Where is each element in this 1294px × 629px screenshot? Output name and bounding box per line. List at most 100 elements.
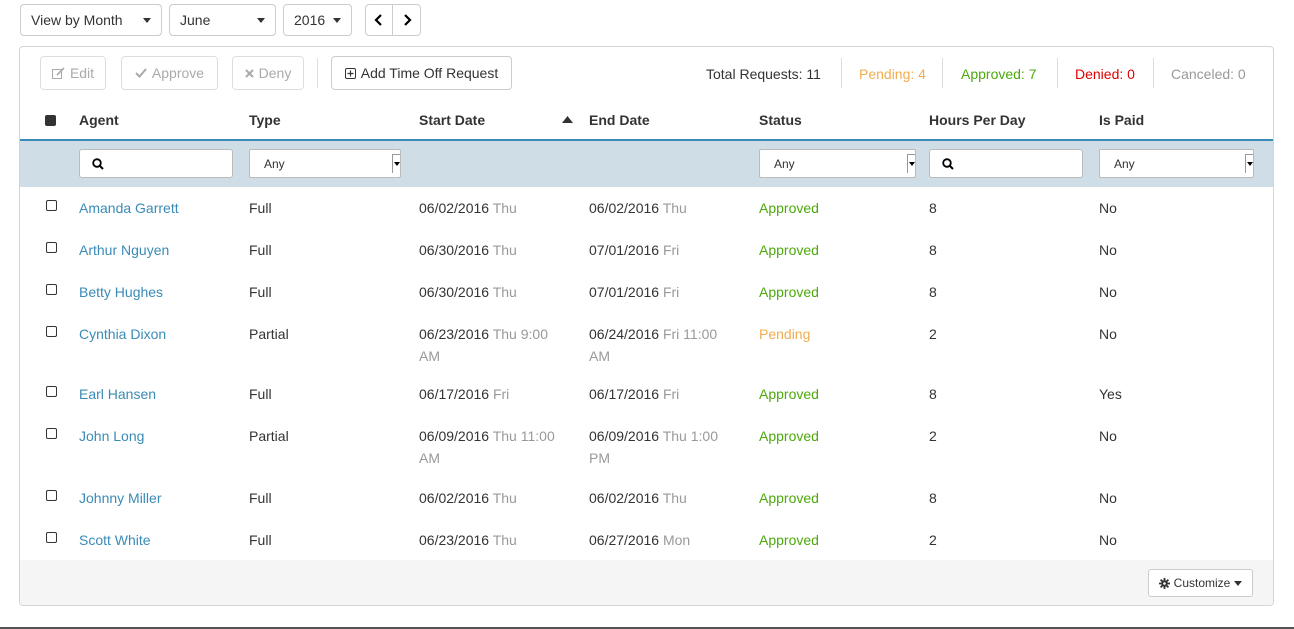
agent-link[interactable]: Arthur Nguyen (79, 239, 169, 261)
denied-count[interactable]: Denied: 0 (1075, 47, 1135, 100)
approved-count[interactable]: Approved: 7 (961, 47, 1037, 100)
agent-link[interactable]: Betty Hughes (79, 281, 163, 303)
start-date-detail: Thu (492, 242, 517, 258)
gear-icon (1158, 577, 1170, 589)
type-filter-select[interactable]: Any (249, 149, 401, 178)
column-header-end-date[interactable]: End Date (589, 100, 650, 139)
end-date: 06/27/2016 (589, 532, 660, 548)
end-date-cell: 06/17/2016 Fri (589, 383, 739, 405)
column-header-status[interactable]: Status (759, 100, 802, 139)
row-checkbox[interactable] (46, 490, 57, 501)
table-row[interactable]: Cynthia Dixon Partial 06/23/2016 Thu 9:0… (20, 313, 1273, 374)
end-date: 06/02/2016 (589, 200, 660, 216)
row-checkbox[interactable] (46, 284, 57, 295)
hours-cell: 8 (929, 284, 937, 300)
type-filter-value: Any (264, 156, 285, 171)
agent-link[interactable]: Earl Hansen (79, 383, 156, 405)
customize-label: Customize (1173, 576, 1231, 590)
agent-link[interactable]: Johnny Miller (79, 487, 161, 509)
add-time-off-button[interactable]: Add Time Off Request (331, 56, 512, 90)
select-all-checkbox[interactable] (45, 115, 56, 126)
type-cell: Full (249, 242, 272, 258)
agent-link[interactable]: Amanda Garrett (79, 197, 179, 219)
status-filter-select[interactable]: Any (759, 149, 916, 178)
agent-search-input[interactable] (79, 149, 233, 178)
chevron-down-icon (257, 17, 265, 23)
paid-filter-select[interactable]: Any (1099, 149, 1254, 178)
row-checkbox[interactable] (46, 532, 57, 543)
pending-count[interactable]: Pending: 4 (859, 47, 926, 100)
column-header-start-date[interactable]: Start Date (419, 100, 485, 139)
status-cell: Pending (759, 326, 811, 342)
dropdown-arrow-icon (1245, 154, 1253, 173)
table-row[interactable]: Amanda Garrett Full 06/02/2016 Thu 06/02… (20, 187, 1273, 230)
end-date-detail: Thu (662, 490, 687, 506)
next-period-button[interactable] (393, 4, 421, 36)
row-checkbox[interactable] (46, 386, 57, 397)
canceled-count[interactable]: Canceled: 0 (1171, 47, 1246, 100)
table-row[interactable]: Betty Hughes Full 06/30/2016 Thu 07/01/2… (20, 271, 1273, 314)
sort-ascending-icon[interactable] (562, 116, 573, 123)
start-date: 06/02/2016 (419, 200, 490, 216)
table-row[interactable]: Johnny Miller Full 06/02/2016 Thu 06/02/… (20, 477, 1273, 520)
type-cell: Full (249, 532, 272, 548)
table-row[interactable]: Arthur Nguyen Full 06/30/2016 Thu 07/01/… (20, 229, 1273, 272)
end-date-cell: 06/27/2016 Mon (589, 529, 739, 551)
column-header-type[interactable]: Type (249, 100, 281, 139)
row-checkbox[interactable] (46, 326, 57, 337)
start-date: 06/09/2016 (419, 428, 490, 444)
hours-cell: 8 (929, 490, 937, 506)
start-date: 06/23/2016 (419, 326, 490, 342)
start-date: 06/02/2016 (419, 490, 490, 506)
row-checkbox[interactable] (46, 242, 57, 253)
start-date-cell: 06/30/2016 Thu (419, 239, 569, 261)
is-paid-cell: No (1099, 326, 1117, 342)
agent-link[interactable]: John Long (79, 425, 144, 447)
close-icon (244, 68, 254, 78)
end-date: 06/17/2016 (589, 386, 660, 402)
chevron-down-icon (143, 17, 151, 23)
end-date: 06/02/2016 (589, 490, 660, 506)
start-date: 06/17/2016 (419, 386, 490, 402)
status-cell: Approved (759, 284, 819, 300)
table-row[interactable]: Earl Hansen Full 06/17/2016 Fri 06/17/20… (20, 373, 1273, 416)
deny-button[interactable]: Deny (232, 56, 304, 90)
stat-divider (1057, 58, 1058, 88)
start-date-cell: 06/02/2016 Thu (419, 487, 569, 509)
year-label: 2016 (294, 12, 326, 28)
edit-label: Edit (69, 65, 95, 81)
year-select[interactable]: 2016 (283, 4, 352, 36)
view-mode-select[interactable]: View by Month (20, 4, 162, 36)
agent-link[interactable]: Cynthia Dixon (79, 323, 166, 345)
type-cell: Full (249, 284, 272, 300)
start-date-cell: 06/23/2016 Thu (419, 529, 569, 551)
column-header-hours-per-day[interactable]: Hours Per Day (929, 100, 1025, 139)
hours-search-input[interactable] (929, 149, 1083, 178)
stat-divider (1153, 58, 1154, 88)
table-row[interactable]: John Long Partial 06/09/2016 Thu 11:00 A… (20, 415, 1273, 478)
prev-period-button[interactable] (365, 4, 393, 36)
agent-link[interactable]: Scott White (79, 529, 151, 551)
end-date-cell: 07/01/2016 Fri (589, 239, 739, 261)
row-checkbox[interactable] (46, 200, 57, 211)
status-filter-value: Any (774, 156, 795, 171)
row-checkbox[interactable] (46, 428, 57, 439)
hours-cell: 2 (929, 532, 937, 548)
start-date: 06/23/2016 (419, 532, 490, 548)
stat-divider (942, 58, 943, 88)
column-header-agent[interactable]: Agent (79, 100, 119, 139)
is-paid-cell: No (1099, 532, 1117, 548)
deny-label: Deny (258, 65, 292, 81)
view-mode-label: View by Month (31, 12, 123, 28)
customize-button[interactable]: Customize (1148, 569, 1253, 597)
month-select[interactable]: June (169, 4, 276, 36)
hours-cell: 8 (929, 242, 937, 258)
start-date-cell: 06/30/2016 Thu (419, 281, 569, 303)
table-row[interactable]: Scott White Full 06/23/2016 Thu 06/27/20… (20, 519, 1273, 561)
end-date-detail: Mon (662, 532, 691, 548)
edit-button[interactable]: Edit (40, 56, 106, 90)
plus-square-icon (344, 67, 356, 79)
column-header-is-paid[interactable]: Is Paid (1099, 100, 1144, 139)
dropdown-arrow-icon (907, 154, 915, 173)
approve-button[interactable]: Approve (121, 56, 218, 90)
